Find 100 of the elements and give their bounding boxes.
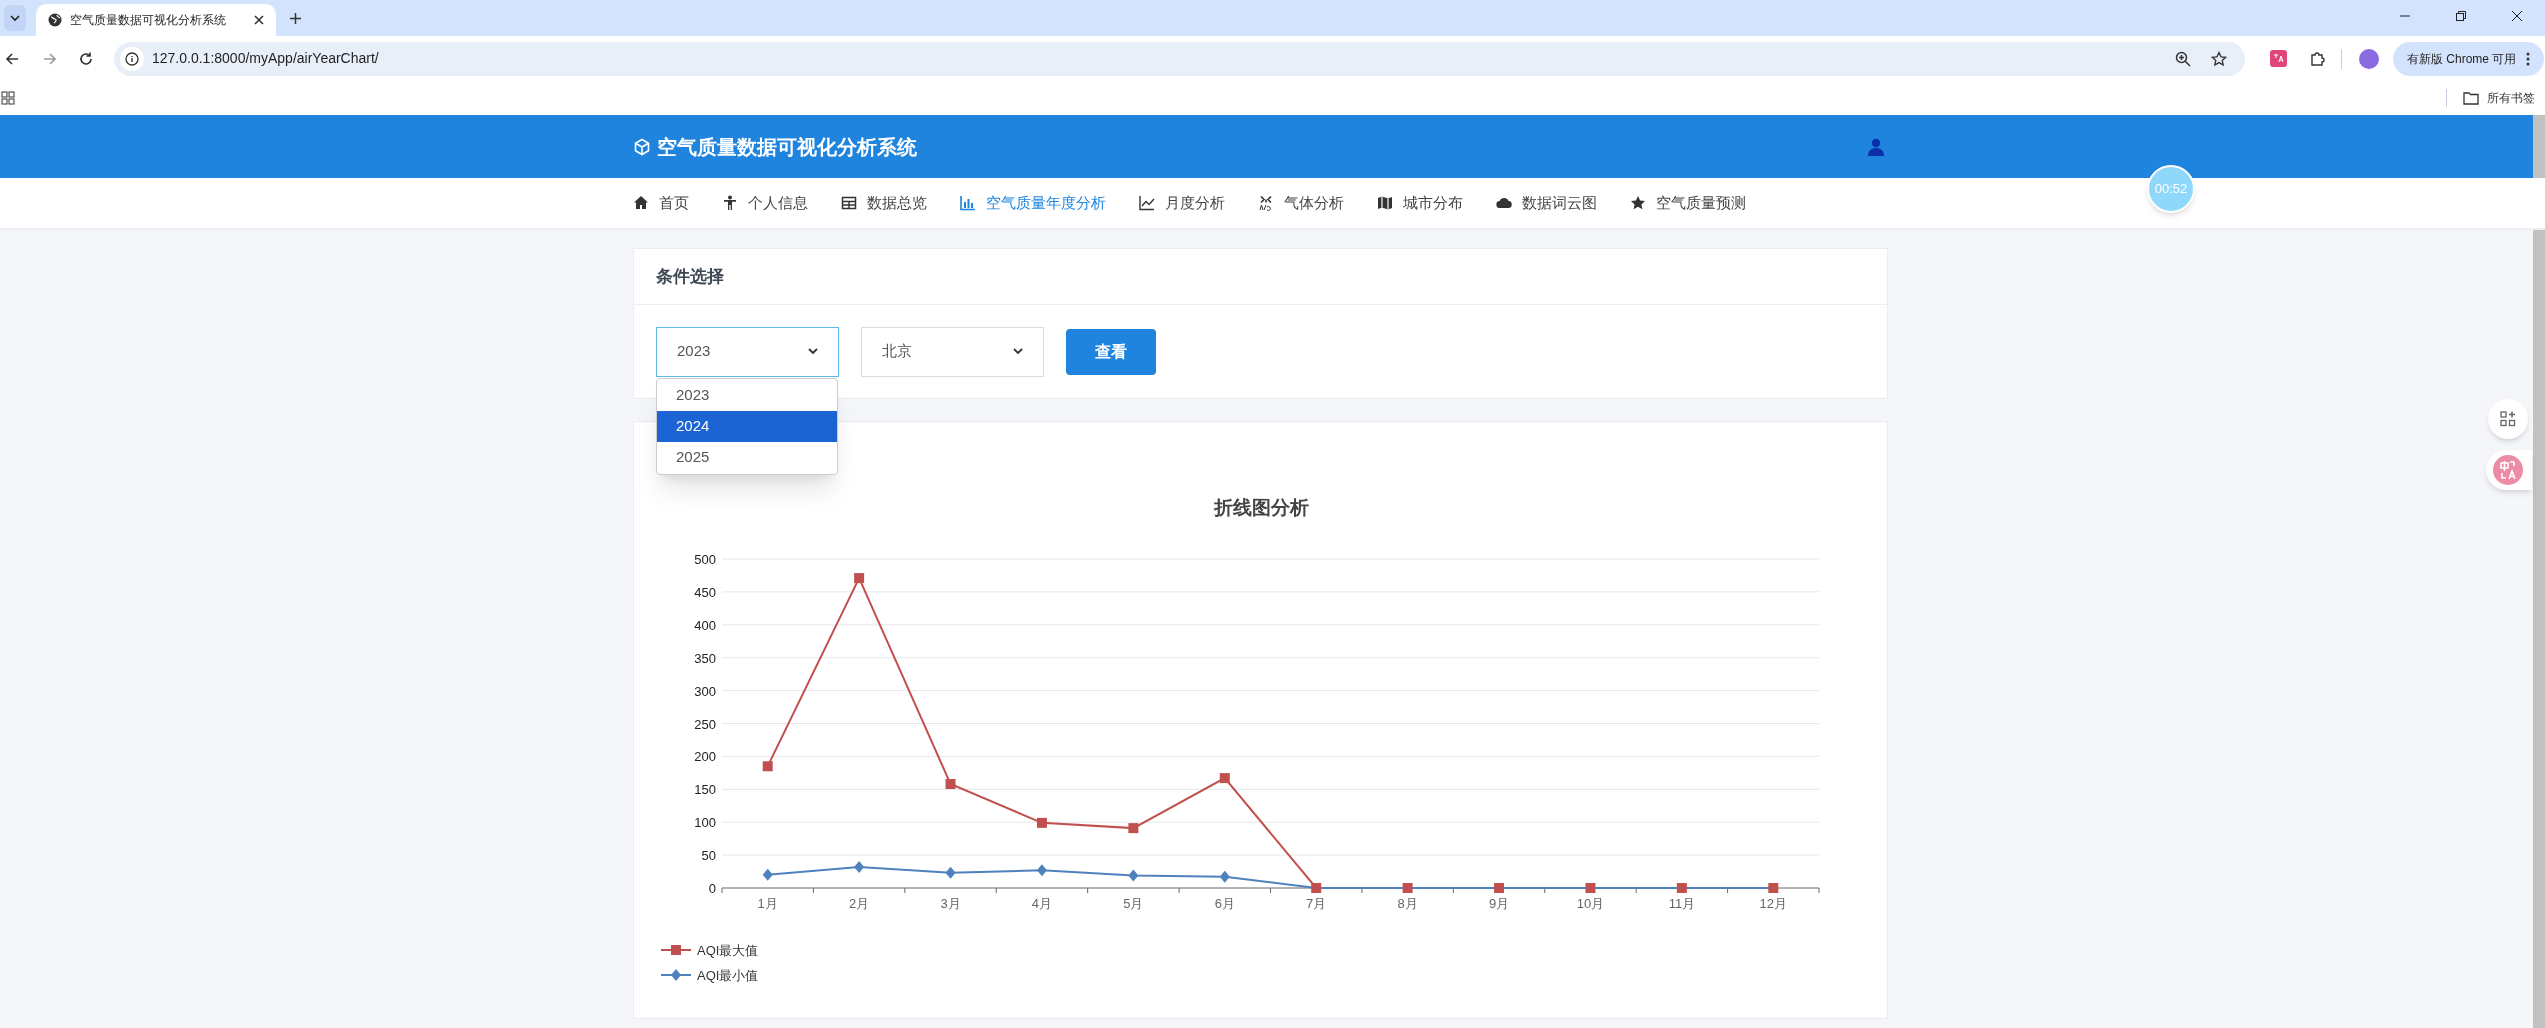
legend-label[interactable]: AQI最小值 <box>697 968 759 983</box>
x-tick-label: 3月 <box>940 896 961 911</box>
bookmarks-label[interactable]: 所有书签 <box>2487 89 2535 107</box>
square-marker <box>1036 817 1047 828</box>
y-tick-label: 200 <box>694 749 716 765</box>
person-icon <box>722 195 738 211</box>
url-text: 127.0.0.1:8000/myApp/airYearChart/ <box>152 49 380 68</box>
puzzle-icon[interactable] <box>2309 50 2325 67</box>
apps-icon <box>2500 411 2516 427</box>
diamond-marker <box>762 868 773 881</box>
nav-link[interactable]: 空气质量年度分析 <box>960 191 1106 215</box>
dropdown-option[interactable]: 2023 <box>657 380 837 411</box>
map-icon <box>1377 195 1393 211</box>
x-tick-label: 11月 <box>1668 896 1696 911</box>
y-tick-label: 0 <box>708 881 716 896</box>
y-tick-label: 150 <box>694 782 716 798</box>
new-tab-icon[interactable] <box>290 13 301 24</box>
table-icon <box>841 195 857 211</box>
close-icon[interactable] <box>254 15 264 25</box>
diamond-marker <box>854 860 865 873</box>
translate-extension-icon[interactable] <box>2270 50 2287 67</box>
restore-icon[interactable] <box>2455 10 2467 22</box>
tab-title: 空气质量数据可视化分析系统 <box>70 12 227 29</box>
square-marker <box>1494 883 1505 893</box>
year-select[interactable]: 2023 <box>656 326 839 377</box>
nav-link[interactable]: 首页 <box>633 191 689 215</box>
square-marker <box>945 779 956 790</box>
square-marker <box>1402 883 1413 893</box>
y-tick-label: 250 <box>694 716 716 732</box>
apps-icon[interactable] <box>1 91 15 105</box>
y-tick-label: 400 <box>694 617 716 633</box>
square-marker <box>762 761 773 772</box>
x-tick-label: 4月 <box>1031 896 1053 911</box>
globe-icon <box>48 13 62 27</box>
square-marker <box>854 573 865 584</box>
folder-icon[interactable] <box>2463 91 2479 105</box>
forward-icon[interactable] <box>42 50 58 67</box>
nav-link[interactable]: 城市分布 <box>1377 191 1463 215</box>
line-chart-icon <box>1139 195 1155 211</box>
scrollbar[interactable] <box>2533 115 2545 1028</box>
x-tick-label: 1月 <box>757 896 778 911</box>
diamond-marker <box>945 866 956 879</box>
diamond-marker <box>1128 869 1139 882</box>
dropdown-option[interactable]: 2024 <box>657 411 837 442</box>
chevron-down-icon <box>10 14 20 22</box>
zoom-icon[interactable] <box>2175 50 2191 67</box>
y-tick-label: 300 <box>694 683 716 699</box>
tab-list-button[interactable] <box>4 5 26 31</box>
chevron-down-icon <box>1013 348 1023 355</box>
x-tick-label: 5月 <box>1123 896 1144 911</box>
card-title: 条件选择 <box>656 265 724 288</box>
nav-link[interactable]: 个人信息 <box>722 191 808 215</box>
legend-icon[interactable] <box>660 945 692 955</box>
chevron-down-icon <box>808 348 818 355</box>
chart-title: 折线图分析 <box>1213 497 1309 518</box>
nav-link[interactable]: 空气质量预测 <box>1630 191 1746 215</box>
x-tick-label: 8月 <box>1397 896 1418 911</box>
home-icon <box>633 195 649 211</box>
y-tick-label: 350 <box>694 650 716 666</box>
x-tick-label: 2月 <box>849 896 870 911</box>
dropdown-option[interactable]: 2025 <box>657 442 837 473</box>
legend-icon[interactable] <box>660 969 692 981</box>
square-marker <box>1128 823 1139 834</box>
sidebar-apps-button[interactable] <box>2488 399 2528 439</box>
nav-link[interactable]: 月度分析 <box>1139 191 1225 215</box>
address-bar[interactable]: 127.0.0.1:8000/myApp/airYearChart/ <box>114 41 2245 76</box>
browser-tab[interactable]: 空气质量数据可视化分析系统 <box>36 4 276 36</box>
cube-icon <box>633 137 651 156</box>
nav-link[interactable]: 数据总览 <box>841 191 927 215</box>
x-tick-label: 6月 <box>1214 896 1235 911</box>
nav-link[interactable]: 气体分析 <box>1258 191 1344 215</box>
view-button[interactable]: 查看 <box>1066 328 1156 375</box>
translate-icon <box>2492 454 2524 486</box>
update-chrome-button[interactable]: 有新版 Chrome 可用 <box>2393 41 2545 76</box>
x-tick-label: 9月 <box>1488 896 1510 911</box>
x-tick-label: 12月 <box>1759 896 1788 911</box>
user-icon[interactable] <box>1868 137 1884 156</box>
avatar-icon[interactable] <box>2359 48 2379 69</box>
square-marker <box>1768 883 1779 893</box>
square-marker <box>1585 883 1596 893</box>
cloud-icon <box>1496 195 1512 211</box>
y-tick-label: 100 <box>694 815 716 831</box>
diamond-marker <box>1036 864 1047 877</box>
close-icon[interactable] <box>2511 10 2523 22</box>
nav-link[interactable]: 数据词云图 <box>1496 191 1597 215</box>
square-marker <box>1311 883 1322 893</box>
square-marker <box>1219 773 1230 784</box>
more-icon[interactable] <box>2526 51 2531 66</box>
x-tick-label: 10月 <box>1576 896 1605 911</box>
city-select[interactable]: 北京 <box>861 326 1044 377</box>
app-title: 空气质量数据可视化分析系统 <box>657 134 917 160</box>
square-marker <box>1676 883 1687 893</box>
back-icon[interactable] <box>4 50 20 67</box>
legend-label[interactable]: AQI最大值 <box>697 943 759 958</box>
y-tick-label: 500 <box>694 552 716 567</box>
star-icon <box>1630 195 1646 211</box>
reload-icon[interactable] <box>78 50 94 67</box>
info-icon[interactable] <box>120 46 144 71</box>
star-icon[interactable] <box>2211 50 2227 67</box>
x-tick-label: 7月 <box>1306 896 1327 911</box>
